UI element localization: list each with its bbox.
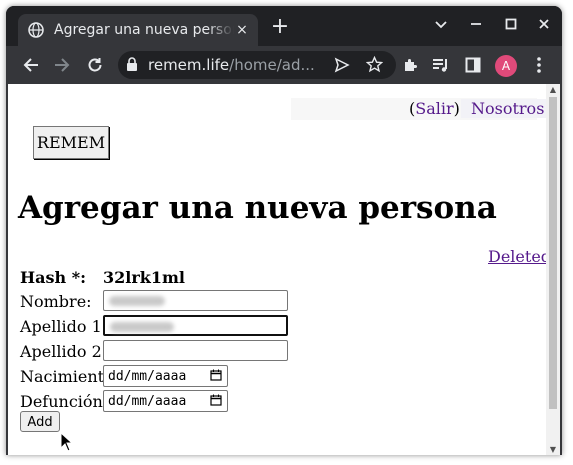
add-button[interactable]: Add bbox=[20, 411, 60, 432]
salir-group: (Salir) bbox=[409, 99, 460, 118]
close-window-icon[interactable] bbox=[534, 16, 554, 35]
redacted-text bbox=[110, 322, 174, 332]
defuncion-label: Defunción: bbox=[20, 392, 109, 411]
minimize-icon[interactable] bbox=[466, 16, 486, 35]
maximize-icon[interactable] bbox=[501, 16, 521, 35]
defuncion-date-input[interactable]: dd/mm/aaaa bbox=[103, 390, 228, 412]
scrollbar-thumb[interactable] bbox=[549, 97, 557, 409]
lock-icon[interactable] bbox=[126, 56, 138, 75]
url-text: remem.life/home/ad... bbox=[148, 56, 315, 74]
browser-window: Agregar una nueva persona × + remem.life… bbox=[6, 6, 562, 455]
paren-close: ) bbox=[453, 99, 460, 118]
url-host: remem.life bbox=[148, 56, 230, 74]
brand-button[interactable]: REMEM bbox=[33, 126, 109, 159]
nombre-label: Nombre: bbox=[20, 292, 92, 311]
salir-link[interactable]: Salir bbox=[415, 99, 453, 118]
browser-toolbar: remem.life/home/ad... A bbox=[6, 46, 562, 84]
tab-strip: Agregar una nueva persona × + bbox=[6, 6, 562, 46]
profile-avatar[interactable]: A bbox=[495, 55, 517, 77]
extensions-icon[interactable] bbox=[399, 54, 421, 76]
apellido1-label: Apellido 1: bbox=[20, 317, 108, 336]
close-tab-icon[interactable]: × bbox=[234, 22, 250, 38]
redacted-text bbox=[109, 296, 165, 306]
side-panel-icon[interactable] bbox=[462, 54, 484, 76]
back-icon[interactable] bbox=[20, 54, 42, 76]
scroll-down-icon[interactable]: ▼ bbox=[546, 445, 560, 454]
mouse-cursor-icon bbox=[60, 432, 74, 452]
tab-title: Agregar una nueva persona bbox=[54, 22, 234, 38]
address-bar[interactable]: remem.life/home/ad... bbox=[118, 51, 396, 79]
vertical-scrollbar[interactable]: ▲ ▼ bbox=[546, 84, 560, 455]
deleted-link[interactable]: Deleted bbox=[488, 247, 551, 266]
date-placeholder: dd/mm/aaaa bbox=[108, 394, 187, 409]
url-path: /home/ad... bbox=[229, 56, 315, 74]
apellido2-input[interactable] bbox=[103, 340, 288, 361]
globe-icon bbox=[28, 22, 44, 38]
send-to-device-icon[interactable] bbox=[334, 57, 350, 77]
reload-icon[interactable] bbox=[84, 54, 106, 76]
page-viewport: (Salir) Nosotros REMEM Agregar una nueva… bbox=[8, 84, 560, 455]
apellido2-label: Apellido 2: bbox=[20, 342, 108, 361]
nosotros-link[interactable]: Nosotros bbox=[461, 99, 553, 118]
top-navigation: (Salir) Nosotros bbox=[291, 98, 553, 120]
tab-search-icon[interactable] bbox=[431, 16, 451, 35]
media-queue-icon[interactable] bbox=[430, 54, 452, 76]
forward-icon[interactable] bbox=[51, 54, 73, 76]
bookmark-star-icon[interactable] bbox=[365, 55, 384, 77]
apellido1-input[interactable] bbox=[103, 315, 288, 336]
date-placeholder: dd/mm/aaaa bbox=[108, 369, 187, 384]
page-content: (Salir) Nosotros REMEM Agregar una nueva… bbox=[8, 84, 553, 455]
menu-kebab-icon[interactable] bbox=[528, 54, 550, 76]
scroll-up-icon[interactable]: ▲ bbox=[546, 85, 560, 94]
new-tab-button[interactable]: + bbox=[270, 16, 290, 38]
browser-tab[interactable]: Agregar una nueva persona × bbox=[18, 14, 258, 46]
nacimiento-date-input[interactable]: dd/mm/aaaa bbox=[103, 365, 228, 387]
calendar-icon[interactable] bbox=[210, 394, 222, 409]
hash-value: 32lrk1ml bbox=[103, 268, 185, 287]
calendar-icon[interactable] bbox=[210, 369, 222, 384]
hash-label: Hash *: bbox=[20, 268, 86, 287]
nombre-input[interactable] bbox=[103, 290, 288, 311]
page-title: Agregar una nueva persona bbox=[18, 190, 497, 226]
